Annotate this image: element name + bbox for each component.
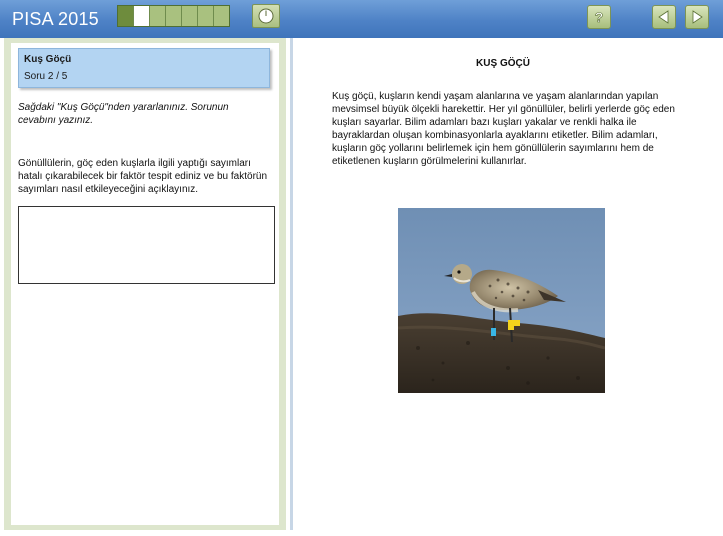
previous-button[interactable] <box>652 5 676 29</box>
progress-bar <box>117 5 230 27</box>
unit-header: Kuş Göçü Soru 2 / 5 <box>18 48 270 88</box>
bird-photo <box>398 208 605 393</box>
help-icon: ? <box>594 9 604 25</box>
timer-icon <box>258 8 274 24</box>
progress-segment <box>150 6 166 26</box>
arrow-left-icon <box>658 10 669 24</box>
question-counter: Soru 2 / 5 <box>24 71 68 82</box>
top-toolbar: PISA 2015 ? <box>0 0 723 38</box>
unit-title: Kuş Göçü <box>24 54 72 65</box>
timer-button[interactable] <box>252 4 280 28</box>
instruction-text: Sağdaki "Kuş Göçü"nden yararlanınız. Sor… <box>18 102 229 126</box>
progress-segment <box>182 6 198 26</box>
progress-segment <box>166 6 182 26</box>
help-button[interactable]: ? <box>587 5 611 29</box>
next-button[interactable] <box>685 5 709 29</box>
app-title: PISA 2015 <box>12 9 99 29</box>
progress-segment <box>134 6 150 26</box>
arrow-right-icon <box>692 10 703 24</box>
help-glyph: ? <box>595 9 604 25</box>
question-text: Gönüllülerin, göç eden kuşlarla ilgili y… <box>18 158 268 195</box>
progress-segment <box>198 6 214 26</box>
progress-segment <box>214 6 229 26</box>
question-panel: Kuş Göçü Soru 2 / 5 Sağdaki "Kuş Göçü"nd… <box>4 38 286 530</box>
stimulus-title: KUŞ GÖÇÜ <box>476 58 530 69</box>
question-panel-inner: Kuş Göçü Soru 2 / 5 Sağdaki "Kuş Göçü"nd… <box>11 43 279 525</box>
stimulus-text: Kuş göçü, kuşların kendi yaşam alanların… <box>332 91 675 167</box>
answer-textarea[interactable] <box>18 206 275 284</box>
progress-segment <box>118 6 134 26</box>
stimulus-panel: KUŞ GÖÇÜ Kuş göçü, kuşların kendi yaşam … <box>290 38 713 530</box>
